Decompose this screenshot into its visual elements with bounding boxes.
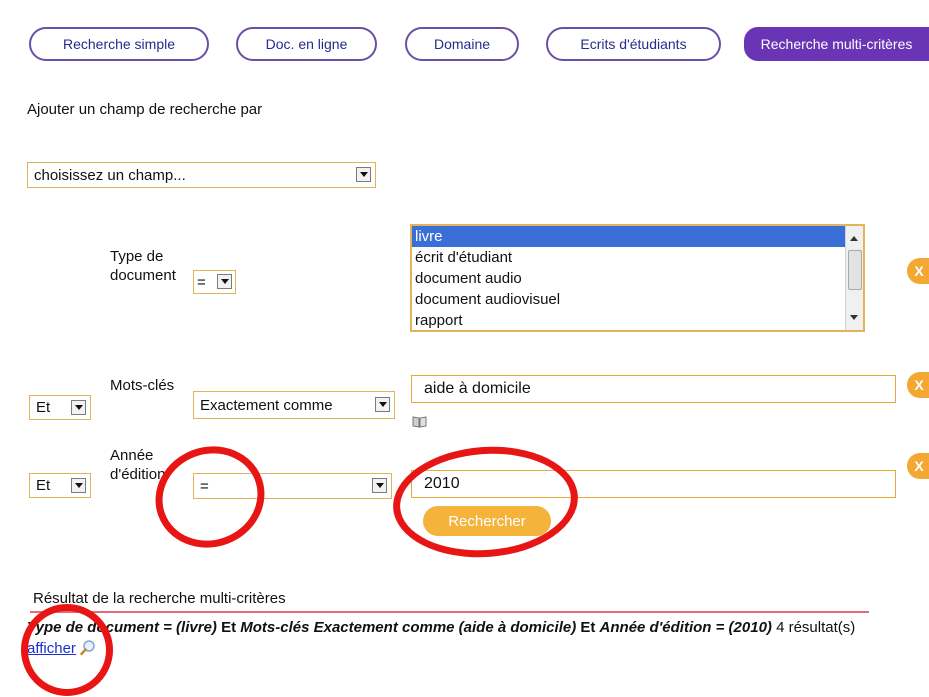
listbox-option-document-audiovisuel[interactable]: document audiovisuel: [412, 289, 863, 310]
remove-label: X: [914, 458, 924, 474]
tab-label: Recherche multi-critères: [760, 36, 913, 52]
operator-value: =: [197, 273, 206, 291]
tab-label: Ecrits d'étudiants: [580, 36, 687, 52]
keywords-connector-select[interactable]: Et: [29, 395, 91, 420]
listbox-option-ecrit-etudiant[interactable]: écrit d'étudiant: [412, 247, 863, 268]
chevron-down-icon: [217, 274, 232, 289]
result-summary: Type de document = (livre) Et Mots-clés …: [27, 617, 867, 662]
highlight-ellipse-result-count: [21, 604, 113, 696]
chevron-down-icon: [372, 478, 387, 493]
listbox-option-document-audio[interactable]: document audio: [412, 268, 863, 289]
book-icon[interactable]: [412, 415, 427, 428]
listbox-option-livre[interactable]: livre: [412, 226, 863, 247]
tab-doc-en-ligne[interactable]: Doc. en ligne: [236, 27, 377, 61]
criterion-keywords: Mots-clés Exactement comme (aide à domic…: [240, 619, 577, 636]
keywords-label: Mots-clés: [110, 377, 175, 394]
add-field-select-value: choisissez un champ...: [34, 166, 186, 184]
tab-recherche-multi-criteres[interactable]: Recherche multi-critères: [744, 27, 929, 61]
remove-label: X: [914, 377, 924, 393]
tab-ecrits-etudiants[interactable]: Ecrits d'étudiants: [546, 27, 721, 61]
scroll-up-icon[interactable]: [850, 236, 858, 241]
add-field-select[interactable]: choisissez un champ...: [27, 162, 376, 188]
listbox-option-rapport[interactable]: rapport: [412, 310, 863, 330]
keywords-operator-value: Exactement comme: [200, 396, 333, 414]
tab-label: Recherche simple: [62, 36, 176, 52]
tab-label: Domaine: [433, 36, 491, 52]
keywords-input-value: aide à domicile: [424, 380, 531, 397]
keywords-operator-select[interactable]: Exactement comme: [193, 391, 395, 419]
result-divider: [30, 611, 869, 613]
type-document-operator-select[interactable]: =: [193, 270, 236, 294]
chevron-down-icon: [71, 478, 86, 493]
scroll-thumb[interactable]: [848, 250, 862, 290]
listbox-scrollbar[interactable]: [845, 226, 863, 330]
year-connector-select[interactable]: Et: [29, 473, 91, 498]
connector-and: Et: [580, 619, 596, 636]
chevron-down-icon: [356, 167, 371, 182]
tab-domaine[interactable]: Domaine: [405, 27, 519, 61]
criterion-year: Année d'édition = (2010): [599, 619, 772, 636]
remove-year-button[interactable]: X: [907, 453, 929, 479]
type-document-label: Type de document: [110, 248, 176, 284]
connector-value: Et: [36, 399, 51, 416]
chevron-down-icon: [375, 397, 390, 412]
tab-label: Doc. en ligne: [265, 36, 348, 52]
chevron-down-icon: [71, 400, 86, 415]
result-count: 4 résultat(s): [776, 619, 856, 636]
remove-keywords-button[interactable]: X: [907, 372, 929, 398]
remove-type-document-button[interactable]: X: [907, 258, 929, 284]
remove-label: X: [914, 263, 924, 279]
tab-recherche-simple[interactable]: Recherche simple: [29, 27, 209, 61]
document-type-listbox[interactable]: livre écrit d'étudiant document audio do…: [410, 224, 865, 332]
highlight-ellipse-year-search: [389, 440, 582, 564]
connector-value: Et: [36, 477, 51, 494]
scroll-down-icon[interactable]: [850, 315, 858, 320]
keywords-input[interactable]: aide à domicile: [411, 375, 896, 403]
connector-and: Et: [221, 619, 237, 636]
add-field-label: Ajouter un champ de recherche par: [27, 101, 263, 118]
